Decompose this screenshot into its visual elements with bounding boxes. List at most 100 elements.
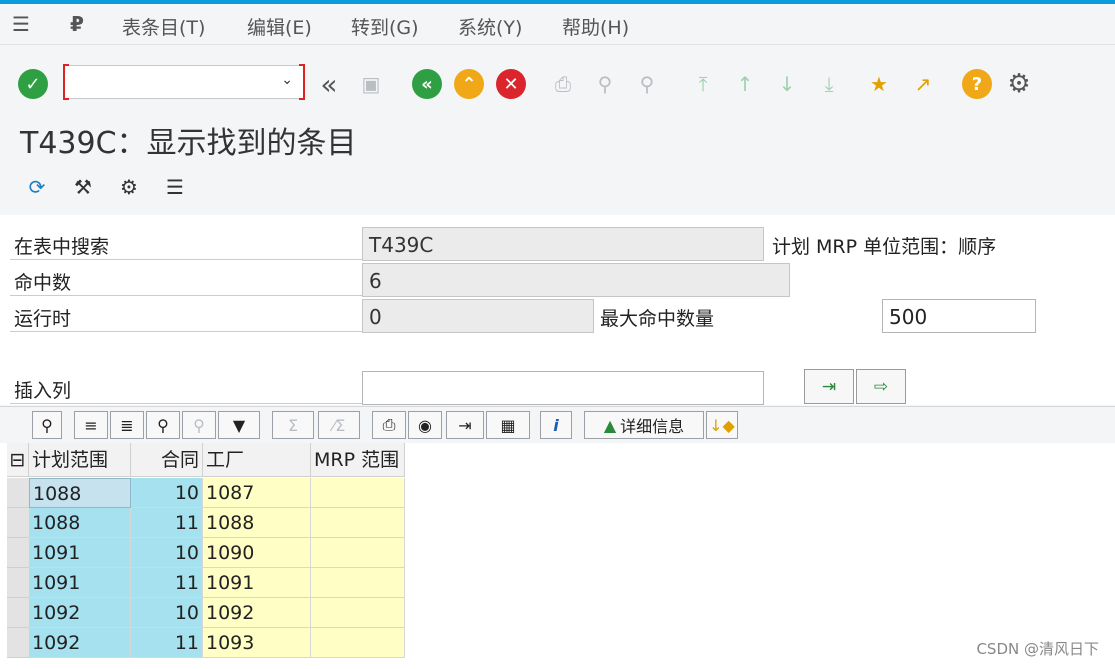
print-preview-icon[interactable]: ⎙ [372, 411, 406, 439]
settings-icon[interactable]: ⚙ [1002, 67, 1036, 101]
runtime-label: 运行时 [14, 308, 72, 330]
find-binoculars-icon[interactable]: ⚲ [146, 411, 180, 439]
create-session-icon[interactable]: ★ [862, 67, 896, 101]
shortcut-icon[interactable]: ↗ [906, 67, 940, 101]
menu-p-icon[interactable]: ₽ [70, 14, 84, 34]
table-cell[interactable]: 10 [131, 538, 203, 568]
enter-icon[interactable]: ✓ [16, 67, 50, 101]
search-info-panel: 在表中搜索 T439C 计划 MRP 单位范围：顺序 命中数 6 运行时 0 最… [0, 215, 1115, 405]
table-cell[interactable] [311, 538, 405, 568]
views-icon[interactable]: ◉ [408, 411, 442, 439]
table-cell[interactable] [311, 478, 405, 508]
table-cell[interactable]: 10 [131, 598, 203, 628]
menu-bar: ☰ ₽ 表条目(T) 编辑(E) 转到(G) 系统(Y) 帮助(H) [0, 4, 1115, 45]
details-button-label: 详细信息 [620, 417, 685, 436]
mountain-icon: ▲ [603, 415, 617, 435]
watermark: CSDN @清风日下 [976, 640, 1099, 658]
table-cell[interactable]: 1091 [29, 568, 131, 598]
table-cell[interactable]: 10 [131, 478, 203, 508]
menu-toggle-icon[interactable]: ☰ [12, 14, 30, 34]
select-all-icon[interactable]: ⊟ [7, 443, 29, 477]
menu-goto[interactable]: 转到(G) [351, 13, 419, 40]
sort-descending-icon[interactable]: ≣ [110, 411, 144, 439]
table-cell[interactable]: 1088 [29, 478, 131, 508]
column-header-mrp-area[interactable]: MRP 范围 [311, 443, 405, 477]
command-field[interactable]: ⌄ [63, 64, 305, 100]
alv-toolbar: ⚲ ≡ ≣ ⚲ ⚲ ▼ Σ ⁄Σ ⎙ ◉ ⇥ ▦ i ▲ 详细信息 ↓◆ [0, 406, 1115, 444]
page-title: T439C：显示找到的条目 [20, 126, 357, 161]
hits-label: 命中数 [14, 272, 72, 294]
info-icon[interactable]: i [540, 411, 572, 439]
layout-select-icon[interactable]: ▦ [486, 411, 530, 439]
column-header-contract[interactable]: 合同 [131, 443, 203, 477]
insert-column-button[interactable]: ⇥ [804, 369, 854, 404]
export-icon[interactable]: ⇥ [446, 411, 484, 439]
standard-toolbar: ✓ ⌄ « ▣ « ⌃ ✕ ⎙ ⚲ ⚲ ⤒ ↑ ↓ ⤓ ★ ↗ ? ⚙ [0, 45, 1115, 111]
row-selector[interactable] [7, 508, 29, 538]
refresh-icon[interactable]: ⟳ [20, 170, 54, 204]
table-cell[interactable] [311, 628, 405, 658]
table-cell[interactable]: 1092 [29, 628, 131, 658]
table-cell[interactable]: 1092 [203, 598, 311, 628]
max-hits-label: 最大命中数量 [600, 308, 715, 330]
menu-help[interactable]: 帮助(H) [562, 13, 629, 40]
back-double-icon[interactable]: « [312, 67, 346, 101]
table-cell[interactable]: 1087 [203, 478, 311, 508]
column-header-planning-area[interactable]: 计划范围 [29, 443, 131, 477]
max-hits-input[interactable]: 500 [882, 299, 1036, 333]
menu-edit[interactable]: 编辑(E) [247, 13, 312, 40]
print-icon: ⎙ [555, 72, 571, 96]
menu-table-entry[interactable]: 表条目(T) [122, 13, 205, 40]
table-cell[interactable]: 1091 [203, 568, 311, 598]
row-selector[interactable] [7, 568, 29, 598]
divider [10, 331, 362, 332]
table-cell[interactable]: 11 [131, 508, 203, 538]
previous-page-icon[interactable]: ↑ [728, 67, 762, 101]
column-header-plant[interactable]: 工厂 [203, 443, 311, 477]
row-selector[interactable] [7, 628, 29, 658]
table-cell[interactable] [311, 568, 405, 598]
first-page-icon[interactable]: ⤒ [686, 67, 720, 101]
back-icon[interactable]: « [410, 67, 444, 101]
table-cell[interactable]: 11 [131, 568, 203, 598]
filter-settings-icon[interactable]: ⚒ [66, 170, 100, 204]
row-selector[interactable] [7, 538, 29, 568]
save-icon: ▣ [361, 72, 381, 96]
table-cell[interactable]: 1093 [203, 628, 311, 658]
sum-icon: Σ [272, 411, 314, 439]
table-cell[interactable]: 1091 [29, 538, 131, 568]
insert-column-input[interactable] [362, 371, 764, 405]
table-cell[interactable] [311, 508, 405, 538]
divider [10, 403, 362, 404]
help-icon[interactable]: ? [960, 67, 994, 101]
next-page-icon[interactable]: ↓ [770, 67, 804, 101]
table-cell[interactable]: 1088 [203, 508, 311, 538]
row-selector[interactable] [7, 478, 29, 508]
table-cell[interactable]: 11 [131, 628, 203, 658]
find-next-icon: ⚲ [639, 72, 655, 96]
last-page-icon[interactable]: ⤓ [812, 67, 846, 101]
table-cell[interactable]: 1090 [203, 538, 311, 568]
more-functions-icon[interactable]: ↓◆ [706, 411, 738, 439]
find-icon: ⚲ [597, 72, 613, 96]
divider [10, 295, 362, 296]
table-cell[interactable] [311, 598, 405, 628]
result-table: ⊟ 计划范围 合同 工厂 MRP 范围 1088 10 1087 1088 11 1088… [0, 443, 1115, 669]
cancel-icon[interactable]: ✕ [494, 67, 528, 101]
chevron-down-icon[interactable]: ⌄ [281, 72, 293, 88]
details-view-icon[interactable]: ⚲ [32, 411, 62, 439]
menu-system[interactable]: 系统(Y) [458, 13, 522, 40]
filter-icon[interactable]: ▼ [218, 411, 260, 439]
table-cell[interactable]: 1088 [29, 508, 131, 538]
row-selector[interactable] [7, 598, 29, 628]
layout-icon[interactable]: ⚙ [112, 170, 146, 204]
exit-icon[interactable]: ⌃ [452, 67, 486, 101]
table-name-field: T439C [362, 227, 764, 261]
insert-column-after-button[interactable]: ⇨ [856, 369, 906, 404]
details-button[interactable]: ▲ 详细信息 [584, 411, 704, 439]
hits-field: 6 [362, 263, 790, 297]
document-icon[interactable]: ☰ [158, 170, 192, 204]
sort-ascending-icon[interactable]: ≡ [74, 411, 108, 439]
table-cell[interactable]: 1092 [29, 598, 131, 628]
find-next-binoculars-icon: ⚲ [182, 411, 216, 439]
